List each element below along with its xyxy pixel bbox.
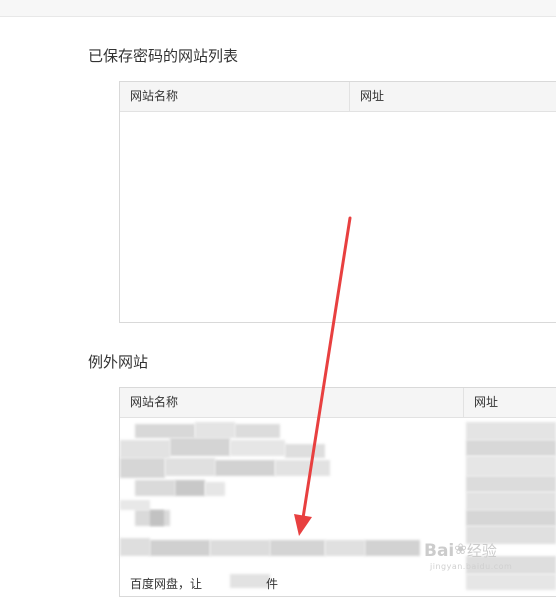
watermark-url: jingyan.baidu.com xyxy=(430,562,513,571)
top-toolbar-strip xyxy=(0,0,556,17)
column-header-site-name[interactable]: 网站名称 xyxy=(120,388,463,417)
watermark-brand: Bai xyxy=(424,541,455,561)
saved-sites-table-body xyxy=(120,112,556,323)
saved-sites-section-title: 已保存密码的网站列表 xyxy=(88,47,239,65)
column-header-site-name[interactable]: 网站名称 xyxy=(120,82,349,111)
saved-sites-table: 网站名称 网址 xyxy=(119,81,556,323)
paw-icon: ❀ xyxy=(454,540,467,558)
exception-sites-section-title: 例外网站 xyxy=(88,353,149,371)
watermark-product: 经验 xyxy=(466,542,497,560)
baidu-jingyan-watermark: Bai❀经验 jingyan.baidu.com xyxy=(424,540,512,571)
column-header-url[interactable]: 网址 xyxy=(349,82,556,111)
exception-row-site-name: 百度网盘，让 xyxy=(130,577,203,591)
saved-sites-table-header: 网站名称 网址 xyxy=(120,82,556,112)
column-header-url[interactable]: 网址 xyxy=(463,388,556,417)
exception-sites-table-header: 网站名称 网址 xyxy=(120,388,556,418)
exception-row-site-name-tail: 件 xyxy=(266,577,279,591)
